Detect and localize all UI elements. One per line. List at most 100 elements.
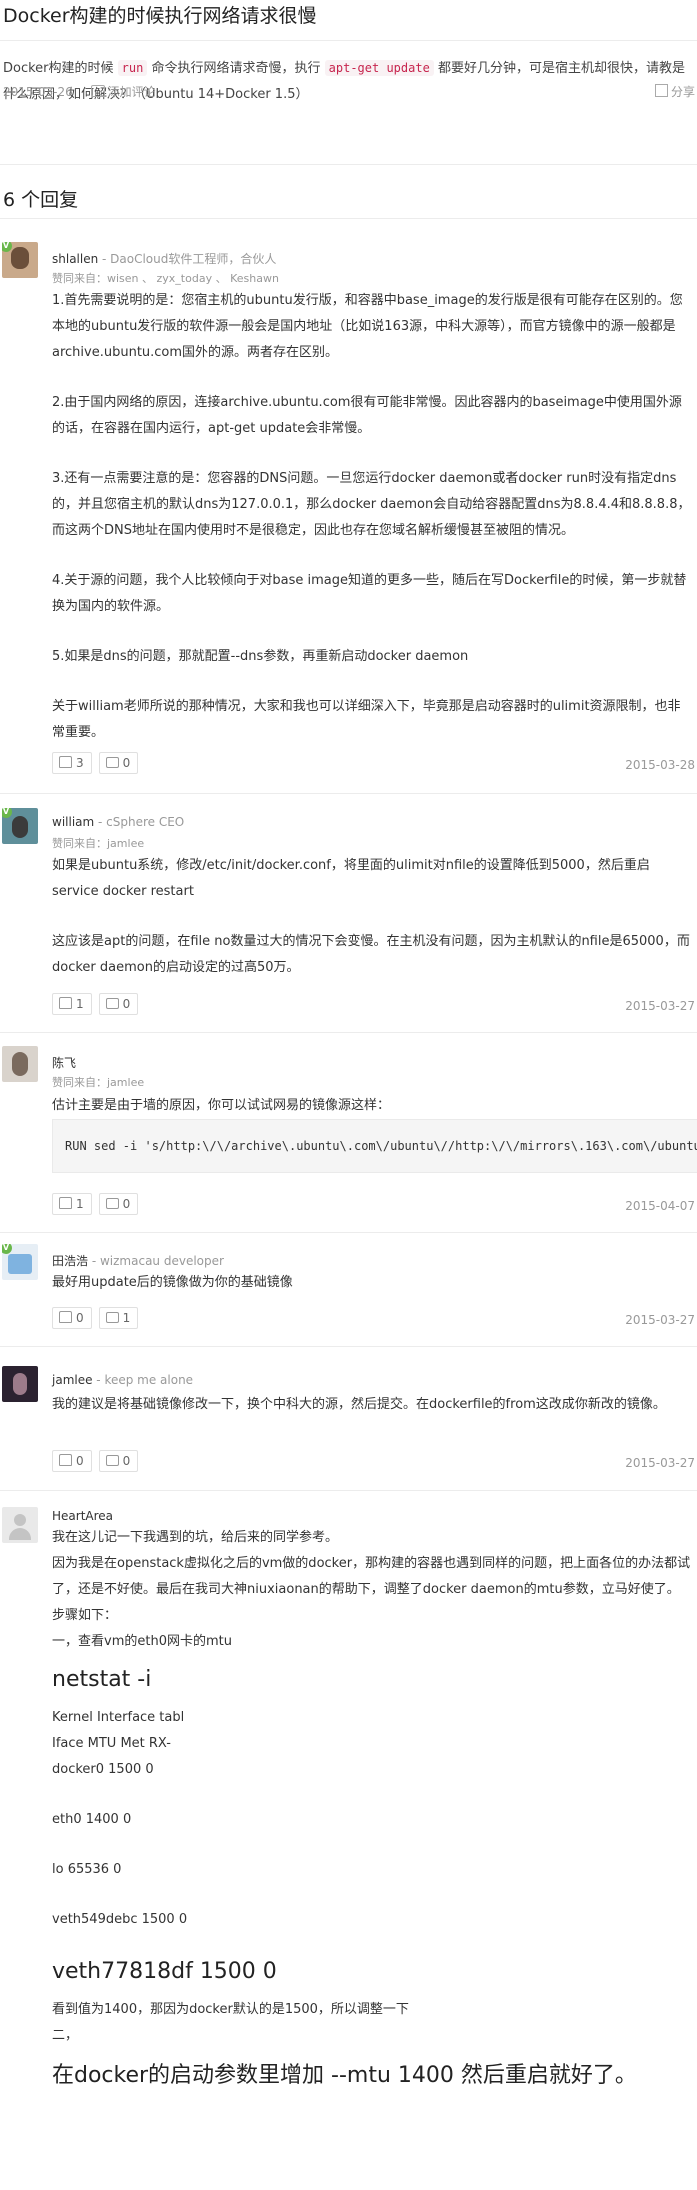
share-link[interactable]: 分享 — [654, 83, 695, 100]
divider — [0, 1232, 697, 1233]
comment-button[interactable]: 0 — [98, 1193, 139, 1215]
answer-paragraph: 如果是ubuntu系统，修改/etc/init/docker.conf，将里面的… — [52, 858, 650, 899]
answer-paragraph: 3.还有一点需要注意的是：您容器的DNS问题。一旦您运行docker daemo… — [52, 471, 691, 538]
answer-paragraph: 看到值为1400，那因为docker默认的是1500，所以调整一下 — [52, 2002, 409, 2017]
author-name[interactable]: shlallen — [52, 252, 98, 266]
thumbs-up-icon — [59, 1311, 72, 1323]
answer-line: lo 65536 0 — [52, 1862, 122, 1877]
answer-author: william - cSphere CEO — [52, 815, 184, 829]
voters-list[interactable]: jamlee — [107, 1076, 144, 1089]
question-meta: 2015-03-26 添加评论 — [3, 83, 156, 100]
thumbs-up-icon — [59, 1454, 72, 1466]
comment-count: 1 — [122, 1311, 131, 1325]
voters-line: 赞同来自：wisen 、 zyx_today 、 Keshawn — [52, 270, 279, 286]
answer-body: 我的建议是将基础镜像修改一下，换个中科大的源，然后提交。在dockerfile的… — [52, 1397, 666, 1412]
answer-body: 最好用update后的镜像做为你的基础镜像 — [52, 1275, 293, 1290]
comment-count: 0 — [122, 1197, 131, 1211]
avatar-figure — [8, 1254, 32, 1274]
answer-paragraph: 1.首先需要说明的是：您宿主机的ubuntu发行版，和容器中base_image… — [52, 293, 683, 360]
voters-line: 赞同来自：jamlee — [52, 835, 144, 851]
answer-body: 我在这儿记一下我遇到的坑，给后来的同学参考。 因为我是在openstack虚拟化… — [52, 1525, 692, 2091]
inline-code: run — [117, 60, 148, 76]
answer-author: HeartArea — [52, 1509, 113, 1523]
answer-date: 2015-03-28 — [625, 758, 695, 772]
comment-button[interactable]: 0 — [98, 993, 139, 1015]
thumbs-up-icon — [59, 1197, 72, 1209]
comment-icon — [105, 757, 119, 768]
like-button[interactable]: 3 — [52, 752, 92, 774]
like-count: 0 — [76, 1454, 84, 1468]
like-button[interactable]: 0 — [52, 1450, 92, 1472]
verified-badge-icon: V — [2, 1244, 12, 1254]
answer-author: jamlee - keep me alone — [52, 1373, 193, 1387]
author-bio: - cSphere CEO — [94, 815, 185, 829]
author-name[interactable]: 田浩浩 — [52, 1254, 88, 1268]
add-comment-link[interactable]: 添加评论 — [90, 85, 156, 99]
comment-button[interactable]: 0 — [98, 752, 139, 774]
avatar-figure — [12, 1052, 28, 1076]
answer-paragraph: 2.由于国内网络的原因，连接archive.ubuntu.com很有可能非常慢。… — [52, 395, 682, 436]
avatar-figure — [11, 247, 29, 269]
author-name[interactable]: jamlee — [52, 1373, 92, 1387]
answer-line: Iface MTU Met RX- — [52, 1736, 171, 1751]
answer-paragraph: 步骤如下： — [52, 1608, 118, 1623]
voters-label: 赞同来自： — [52, 1076, 107, 1089]
question-title: Docker构建的时候执行网络请求很慢 — [3, 5, 317, 27]
answer-date: 2015-03-27 — [625, 1313, 695, 1327]
divider — [0, 1346, 697, 1347]
voters-line: 赞同来自：jamlee — [52, 1074, 144, 1090]
answer-date: 2015-04-07 — [625, 1199, 695, 1213]
answer-heading: 在docker的启动参数里增加 --mtu 1400 然后重启就好了。 — [52, 2063, 637, 2088]
answer-author: 陈飞 — [52, 1054, 76, 1071]
answers-count: 6 个回复 — [3, 189, 79, 211]
divider — [0, 1490, 697, 1491]
avatar[interactable] — [2, 1046, 38, 1082]
answer-line: Kernel Interface tabl — [52, 1710, 185, 1725]
comment-icon — [105, 1198, 119, 1209]
like-button[interactable]: 1 — [52, 993, 92, 1015]
divider — [0, 164, 697, 165]
avatar[interactable]: V — [2, 242, 38, 278]
avatar[interactable] — [2, 1507, 38, 1543]
like-button[interactable]: 0 — [52, 1307, 92, 1329]
voters-list[interactable]: wisen 、 zyx_today 、 Keshawn — [107, 272, 279, 285]
avatar[interactable]: V — [2, 808, 38, 844]
answer-actions: 30 — [52, 752, 145, 774]
divider — [0, 793, 697, 794]
voters-label: 赞同来自： — [52, 272, 107, 285]
author-name[interactable]: william — [52, 815, 94, 829]
answer-paragraph: 关于william老师所说的那种情况，大家和我也可以详细深入下，毕竟那是启动容器… — [52, 699, 681, 740]
comment-button[interactable]: 1 — [98, 1307, 139, 1329]
author-name[interactable]: HeartArea — [52, 1509, 113, 1523]
answer-paragraph: 二， — [52, 2028, 79, 2043]
avatar[interactable]: V — [2, 1244, 38, 1280]
voters-list[interactable]: jamlee — [107, 837, 144, 850]
thumbs-up-icon — [59, 997, 72, 1009]
divider — [0, 218, 697, 219]
like-count: 1 — [76, 997, 84, 1011]
answer-body: 1.首先需要说明的是：您宿主机的ubuntu发行版，和容器中base_image… — [52, 288, 692, 746]
author-name[interactable]: 陈飞 — [52, 1056, 76, 1070]
answer-body: 估计主要是由于墙的原因，你可以试试网易的镜像源这样： — [52, 1098, 391, 1113]
answer-paragraph: 一，查看vm的eth0网卡的mtu — [52, 1634, 232, 1649]
comment-count: 0 — [122, 1454, 131, 1468]
answer-actions: 10 — [52, 993, 145, 1015]
author-bio: - keep me alone — [92, 1373, 194, 1387]
comment-icon — [105, 1455, 119, 1466]
add-comment-label: 添加评论 — [107, 85, 156, 99]
like-count: 3 — [76, 756, 84, 770]
share-label: 分享 — [670, 85, 695, 99]
answer-heading: netstat -i — [52, 1667, 152, 1692]
answer-actions: 00 — [52, 1450, 145, 1472]
comment-button[interactable]: 0 — [98, 1450, 139, 1472]
voters-label: 赞同来自： — [52, 837, 107, 850]
like-button[interactable]: 1 — [52, 1193, 92, 1215]
avatar[interactable] — [2, 1366, 38, 1402]
comment-count: 0 — [122, 997, 131, 1011]
like-count: 0 — [76, 1311, 84, 1325]
answer-paragraph: 5.如果是dns的问题，那就配置--dns参数，再重新启动docker daem… — [52, 649, 469, 664]
answer-paragraph: 这应该是apt的问题，在file no数量过大的情况下会变慢。在主机没有问题，因… — [52, 934, 690, 975]
answer-author: 田浩浩 - wizmacau developer — [52, 1252, 224, 1269]
answer-heading: veth77818df 1500 0 — [52, 1959, 277, 1984]
verified-badge-icon: V — [2, 808, 12, 818]
